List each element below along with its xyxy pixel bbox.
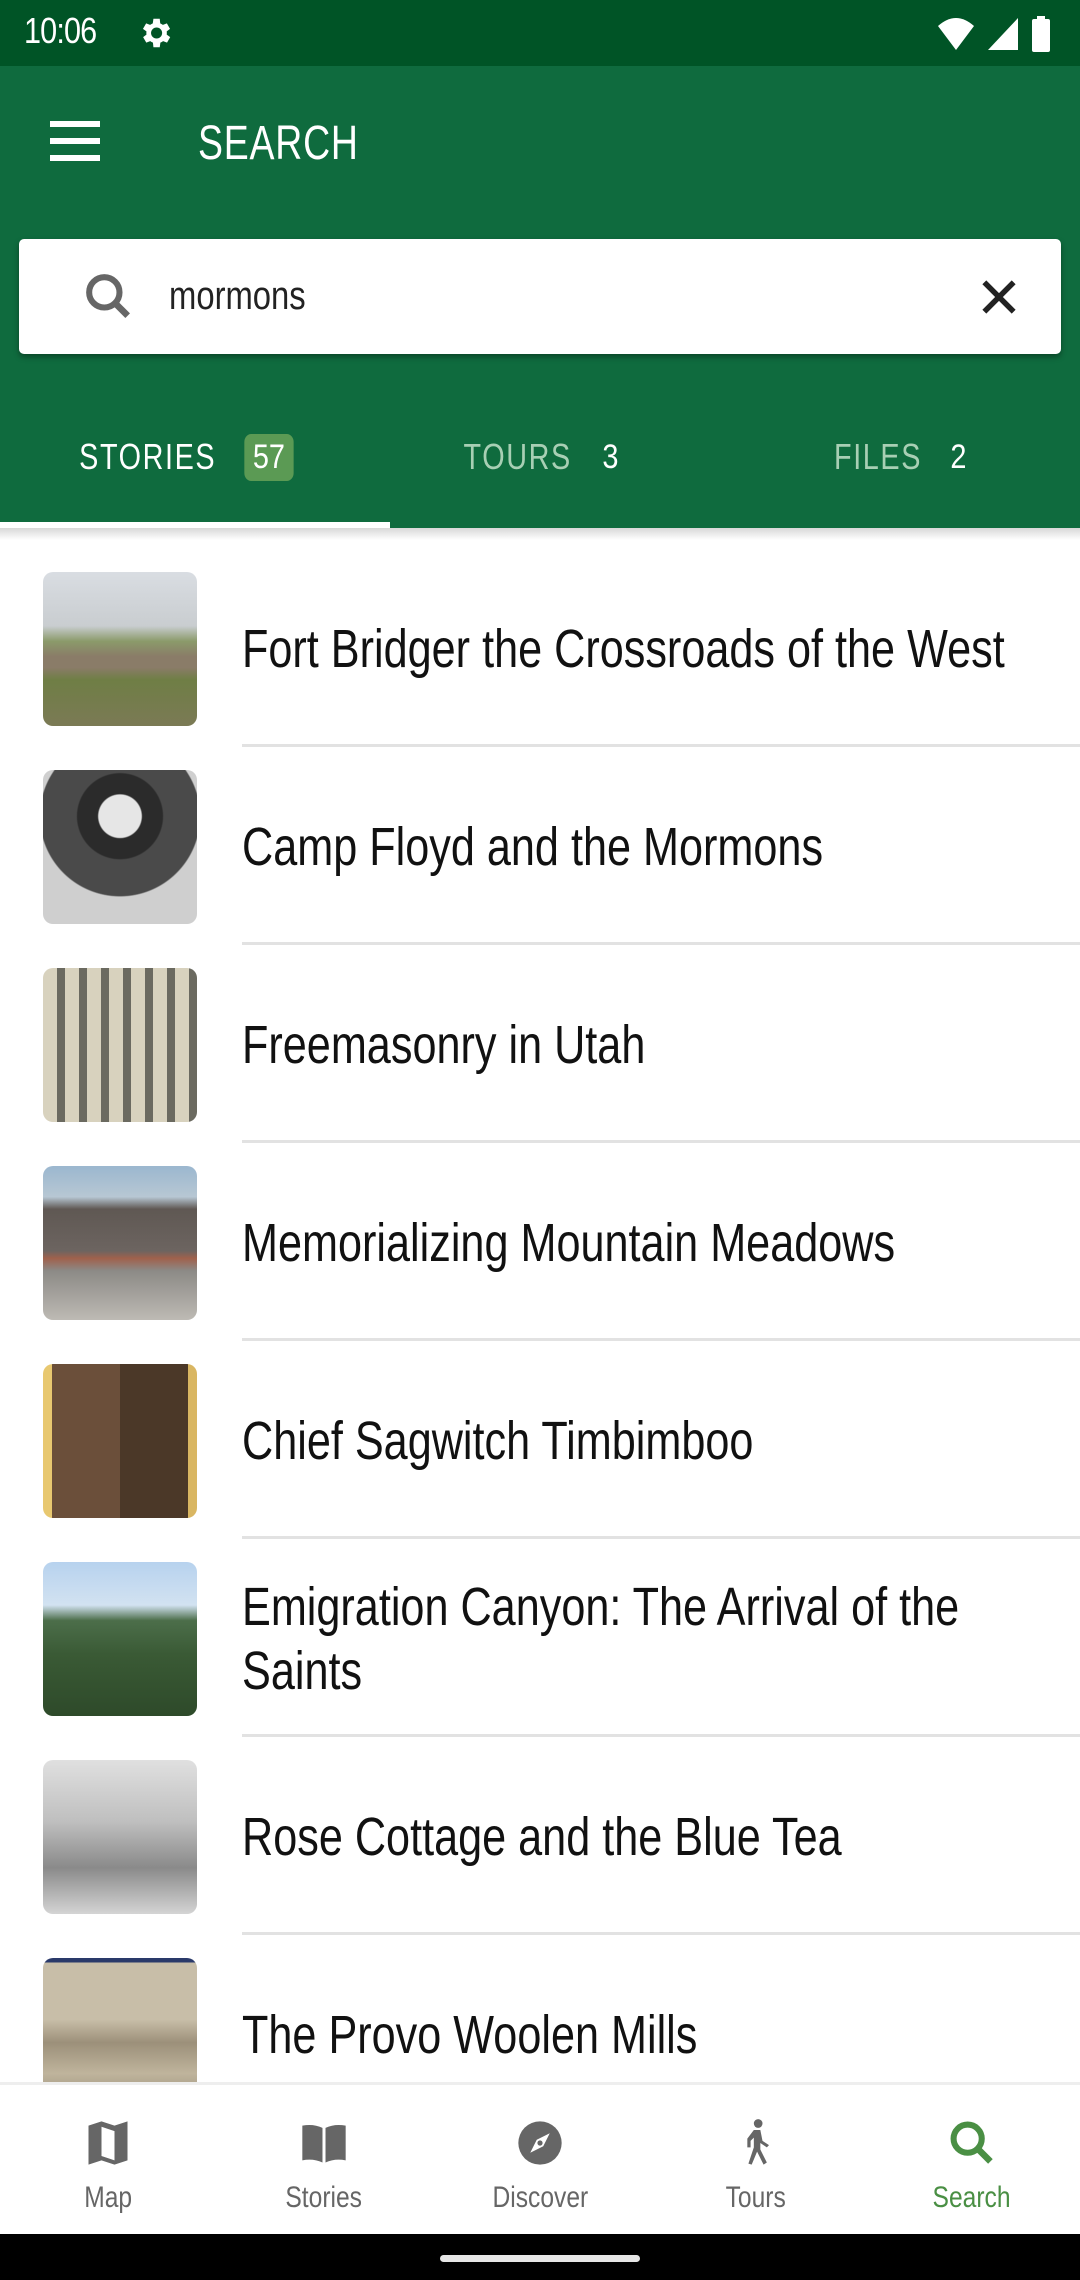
result-title: Emigration Canyon: The Arrival of the Sa…: [242, 1577, 960, 1701]
results-list[interactable]: Fort Bridger the Crossroads of the West …: [0, 528, 1080, 2082]
result-title: The Provo Woolen Mills: [242, 2005, 698, 2065]
list-item[interactable]: Rose Cottage and the Blue Tea: [0, 1716, 1080, 1935]
result-title: Camp Floyd and the Mormons: [242, 817, 824, 877]
list-top-shadow: [0, 528, 1080, 540]
app-bar: SEARCH STORIES 57 TOURS 3 FILES 2: [0, 66, 1080, 528]
wifi-icon: [938, 18, 974, 50]
nav-label: Discover: [492, 2181, 588, 2214]
list-item[interactable]: Camp Floyd and the Mormons: [0, 726, 1080, 945]
result-title: Freemasonry in Utah: [242, 1015, 646, 1075]
list-item[interactable]: Emigration Canyon: The Arrival of the Sa…: [0, 1518, 1080, 1737]
home-gesture-handle[interactable]: [440, 2255, 640, 2262]
list-item[interactable]: Fort Bridger the Crossroads of the West: [0, 528, 1080, 747]
list-item[interactable]: Chief Sagwitch Timbimboo: [0, 1320, 1080, 1539]
status-time: 10:06: [24, 10, 97, 51]
status-bar: 10:06: [0, 0, 1080, 66]
thumbnail-image: [43, 1958, 197, 2082]
thumbnail-image: [43, 1760, 197, 1914]
tab-count-badge: 57: [244, 433, 294, 481]
nav-discover[interactable]: Discover: [432, 2085, 648, 2234]
result-title: Fort Bridger the Crossroads of the West: [242, 619, 1005, 679]
nav-label: Map: [84, 2181, 132, 2214]
gear-icon: [142, 18, 171, 48]
list-item[interactable]: The Provo Woolen Mills: [0, 1914, 1080, 2082]
tab-files[interactable]: FILES 2: [720, 406, 1080, 528]
nav-map[interactable]: Map: [0, 2085, 216, 2234]
nav-label: Search: [933, 2181, 1011, 2214]
close-icon[interactable]: [977, 275, 1021, 319]
tab-label: TOURS: [463, 436, 572, 477]
result-title: Chief Sagwitch Timbimboo: [242, 1411, 754, 1471]
list-item[interactable]: Freemasonry in Utah: [0, 924, 1080, 1143]
tab-count-badge: 2: [949, 437, 967, 476]
tab-label: STORIES: [79, 436, 217, 477]
tab-tours[interactable]: TOURS 3: [360, 406, 720, 528]
nav-search[interactable]: Search: [864, 2085, 1080, 2234]
walking-person-icon: [747, 2119, 769, 2165]
nav-label: Stories: [285, 2181, 363, 2214]
hamburger-menu-icon[interactable]: [46, 66, 106, 161]
search-box: [19, 239, 1061, 354]
status-icons: [936, 16, 1052, 52]
thumbnail-image: [43, 572, 197, 726]
system-gesture-bar: [0, 2234, 1080, 2280]
result-title: Memorializing Mountain Meadows: [242, 1213, 896, 1273]
tab-count-badge: 3: [602, 437, 619, 476]
nav-tours[interactable]: Tours: [648, 2085, 864, 2234]
map-icon: [88, 2121, 128, 2165]
nav-label: Tours: [725, 2181, 787, 2214]
thumbnail-image: [43, 1562, 197, 1716]
search-icon: [950, 2121, 993, 2164]
thumbnail-image: [43, 1166, 197, 1320]
list-item[interactable]: Memorializing Mountain Meadows: [0, 1122, 1080, 1341]
book-icon: [302, 2124, 346, 2163]
compass-icon: [518, 2121, 562, 2165]
nav-stories[interactable]: Stories: [216, 2085, 432, 2234]
signal-icon: [988, 18, 1018, 50]
thumbnail-image: [43, 770, 197, 924]
tab-label: FILES: [833, 436, 922, 477]
battery-icon: [1032, 16, 1050, 52]
thumbnail-image: [43, 1364, 197, 1518]
bottom-navigation: Map Stories Discover Tours Search: [0, 2082, 1080, 2234]
tab-stories[interactable]: STORIES 57: [0, 406, 360, 528]
result-title: Rose Cottage and the Blue Tea: [242, 1807, 842, 1867]
result-tabs: STORIES 57 TOURS 3 FILES 2: [0, 406, 1080, 528]
search-input[interactable]: [169, 261, 809, 331]
thumbnail-image: [43, 968, 197, 1122]
page-title: SEARCH: [198, 117, 359, 170]
search-icon: [86, 274, 130, 318]
